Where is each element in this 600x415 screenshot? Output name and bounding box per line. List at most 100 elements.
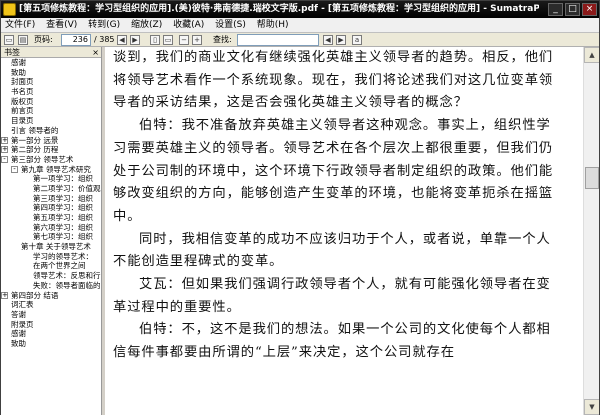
menu-zoom[interactable]: 缩放(Z) [127,18,166,33]
close-button[interactable]: × [582,3,597,16]
bookmark-item[interactable]: 答谢 [1,310,101,320]
sidebar-close-icon[interactable]: × [92,47,99,58]
bookmark-label: 第九章 领导艺术研究 [21,164,91,174]
vertical-scrollbar[interactable]: ▲ ▼ [583,47,599,415]
maximize-button[interactable]: □ [565,3,580,16]
bookmark-label: 答谢 [11,309,26,319]
bookmark-label: 致助 [11,338,26,348]
bookmark-label: 第二部分 历程 [11,145,59,155]
menu-view[interactable]: 查看(V) [42,18,81,33]
bookmark-item[interactable]: 感谢 [1,329,101,339]
print-icon[interactable]: ▤ [18,35,28,45]
search-input[interactable] [237,34,319,46]
bookmark-item[interactable]: 领导艺术：反思和行 [1,271,101,281]
bookmark-item[interactable]: + 第二部分 历程 [1,145,101,155]
app-icon [3,3,16,16]
bookmark-label: 第四项学习：组织 [33,203,93,213]
bookmark-label: 第一部分 远景 [11,135,59,145]
menu-bar: 文件(F) 查看(V) 转到(G) 缩放(Z) 收藏(A) 设置(S) 帮助(H… [1,18,599,33]
bookmark-item[interactable]: 第三项学习：组织 [1,194,101,204]
page-total: / 385 [94,35,115,44]
open-file-icon[interactable]: ▭ [4,35,14,45]
bookmark-label: 学习的领导艺术： [33,251,93,261]
bookmark-item[interactable]: 书名页 [1,87,101,97]
document-paragraph: 艾瓦：但如果我们强调行政领导者个人，就有可能强化领导者在变革过程中的重要性。 [113,277,551,315]
scroll-down-icon[interactable]: ▼ [584,399,599,415]
bookmark-item[interactable]: 版权页 [1,97,101,107]
minimize-button[interactable]: _ [548,3,563,16]
bookmark-item[interactable]: 目录页 [1,116,101,126]
bookmarks-sidebar: 书签 × 感谢 致助 封面页 书名页 版权页 前言页 目录页 引言 领导者的 + 第一部分 远景 +… [1,47,102,415]
expand-icon[interactable]: + [1,291,8,299]
bookmark-item[interactable]: 词汇表 [1,300,101,310]
sidebar-header: 书签 × [1,47,101,58]
bookmark-item[interactable]: + 第一部分 远景 [1,136,101,146]
bookmark-label: 第七项学习：组织 [33,232,93,242]
fit-width-icon[interactable]: ▭ [163,35,173,45]
bookmark-item[interactable]: 第五项学习：组织 [1,213,101,223]
bookmark-label: 书名页 [11,87,34,97]
bookmark-label: 第六项学习：组织 [33,222,93,232]
title-bar[interactable]: [第五项修炼教程：学习型组织的应用].(美)彼特·弗南德捷.瑞校文字版.pdf … [1,1,599,18]
bookmark-label: 致助 [11,67,26,77]
document-paragraph: 同时，我相信变革的成功不应该归功于个人，或者说，单靠一个人不能创造里程碑式的变革… [113,231,551,270]
match-case-icon[interactable]: a [352,35,362,45]
zoom-out-icon[interactable]: − [179,35,189,45]
bookmark-label: 感谢 [11,329,26,339]
bookmark-item[interactable]: - 第九章 领导艺术研究 [1,165,101,175]
bookmark-item[interactable]: 引言 领导者的 [1,126,101,136]
bookmark-item[interactable]: + 第四部分 结语 [1,291,101,301]
next-page-icon[interactable]: ▶ [130,35,140,45]
bookmark-item[interactable]: 致助 [1,68,101,78]
bookmark-label: 第十章 关于领导艺术 [21,242,91,252]
bookmark-label: 附录页 [11,319,34,329]
expand-icon[interactable]: + [1,136,8,144]
bookmark-item[interactable]: 在两个世界之间 [1,261,101,271]
previous-page-icon[interactable]: ◀ [117,35,127,45]
bookmark-label: 在两个世界之间 [33,261,86,271]
bookmark-item[interactable]: 第二项学习：价值观 [1,184,101,194]
bookmark-item[interactable]: 致助 [1,339,101,349]
fit-page-icon[interactable]: ▯ [150,35,160,45]
expand-icon[interactable]: + [1,146,8,154]
bookmark-item[interactable]: 第七项学习：组织 [1,232,101,242]
bookmark-label: 封面页 [11,77,34,87]
search-label: 查找: [213,35,232,44]
bookmark-item[interactable]: 失败：领导者面临的 [1,281,101,291]
bookmark-item[interactable]: 第一项学习：组织 [1,174,101,184]
menu-help[interactable]: 帮助(H) [253,18,293,33]
bookmark-item[interactable]: 前言页 [1,106,101,116]
bookmark-item[interactable]: 第四项学习：组织 [1,203,101,213]
find-previous-icon[interactable]: ◀ [323,35,333,45]
bookmark-label: 感谢 [11,58,26,67]
window-title: [第五项修炼教程：学习型组织的应用].(美)彼特·弗南德捷.瑞校文字版.pdf … [19,4,539,14]
bookmark-item[interactable]: 学习的领导艺术： [1,252,101,262]
menu-favorites[interactable]: 收藏(A) [169,18,208,33]
menu-goto[interactable]: 转到(G) [84,18,124,33]
bookmark-item[interactable]: - 第三部分 领导艺术 [1,155,101,165]
bookmark-item[interactable]: 感谢 [1,58,101,68]
bookmark-item[interactable]: 第十章 关于领导艺术 [1,242,101,252]
collapse-icon[interactable]: - [11,165,18,173]
menu-settings[interactable]: 设置(S) [211,18,250,33]
bookmark-label: 第五项学习：组织 [33,213,93,222]
bookmark-item[interactable]: 附录页 [1,320,101,330]
menu-file[interactable]: 文件(F) [1,18,39,33]
bookmark-label: 失败：领导者面临的 [33,280,101,290]
bookmark-label: 第四部分 结语 [11,290,59,300]
collapse-icon[interactable]: - [1,155,8,163]
bookmark-item[interactable]: 第六项学习：组织 [1,223,101,233]
bookmark-label: 版权页 [11,96,34,106]
find-next-icon[interactable]: ▶ [336,35,346,45]
document-paragraph: 谈到，我们的商业文化有继续强化英雄主义领导者的趋势。相反，他们将领导艺术看作一个… [113,50,554,111]
scroll-up-icon[interactable]: ▲ [584,47,599,63]
page-number-input[interactable]: 236 [61,34,91,46]
app-window: [第五项修炼教程：学习型组织的应用].(美)彼特·弗南德捷.瑞校文字版.pdf … [0,0,600,415]
bookmark-item[interactable]: 封面页 [1,77,101,87]
document-paragraph: 伯特：我不准备放弃英雄主义领导者这种观念。事实上，组织性学习需要英雄主义的领导者… [113,118,554,224]
scroll-thumb[interactable] [585,167,599,189]
toolbar: ▭ ▤ 页码: 236 / 385 ◀ ▶ ▯ ▭ − + 查找: ◀ ▶ a [1,33,599,47]
zoom-in-icon[interactable]: + [192,35,202,45]
document-paragraph: 伯特：不，这不是我们的想法。如果一个公司的文化使每个人都相信每件事都要由所谓的“… [113,322,551,361]
bookmark-label: 第二项学习：价值观 [33,183,101,193]
